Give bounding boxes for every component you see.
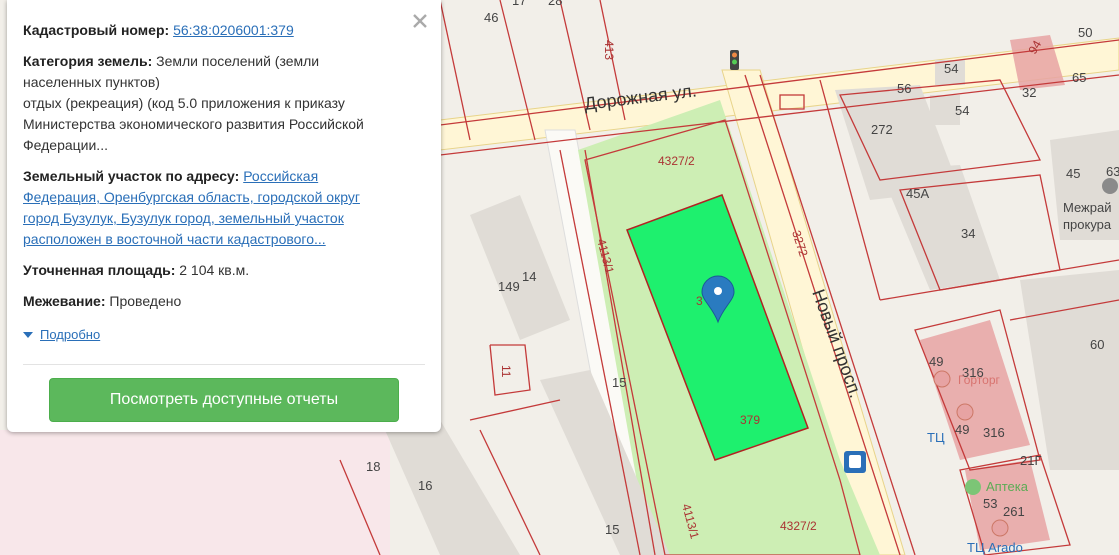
land-category-value: населенных пунктов) bbox=[23, 74, 160, 90]
house-number: 56 bbox=[897, 81, 911, 96]
house-number: 15 bbox=[605, 522, 619, 537]
house-number: 53 bbox=[983, 496, 997, 511]
house-number: 65 bbox=[1072, 70, 1086, 85]
area-row: Уточненная площадь: 2 104 кв.м. bbox=[23, 260, 425, 281]
house-number: 32 bbox=[1022, 85, 1036, 100]
address-link[interactable]: расположен в восточной части кадастровог… bbox=[23, 231, 326, 247]
details-toggle-label: Подробно bbox=[40, 327, 101, 342]
parcel-info-panel: Кадастровый номер: 56:38:0206001:379 Кат… bbox=[7, 0, 441, 432]
cadastral-label: 413 bbox=[602, 40, 616, 60]
house-number: 45А bbox=[906, 186, 929, 201]
mall-poi-icon[interactable] bbox=[991, 519, 1009, 537]
divider bbox=[23, 364, 425, 365]
land-category-value: Министерства экономического развития Рос… bbox=[23, 116, 364, 132]
house-number: 21Г bbox=[1020, 453, 1042, 468]
cadastral-label: 4327/2 bbox=[658, 154, 695, 168]
house-number: 18 bbox=[366, 459, 380, 474]
house-number: 49 bbox=[929, 354, 943, 369]
details-toggle[interactable]: Подробно bbox=[23, 324, 425, 345]
address-link[interactable]: Российская bbox=[243, 168, 318, 184]
house-number: 17 bbox=[512, 0, 526, 8]
house-number: 149 bbox=[498, 279, 520, 294]
land-category-value: Земли поселений (земли bbox=[156, 53, 320, 69]
cadastral-label: 11 bbox=[499, 365, 513, 378]
house-number: 28 bbox=[548, 0, 562, 8]
address-row: Земельный участок по адресу: Российская … bbox=[23, 166, 425, 250]
address-link[interactable]: Федерация, Оренбургская область, городск… bbox=[23, 189, 360, 205]
house-number: 15 bbox=[612, 375, 626, 390]
cadastral-label: 379 bbox=[740, 413, 760, 427]
area-label: Уточненная площадь: bbox=[23, 262, 176, 278]
close-icon[interactable] bbox=[409, 10, 431, 32]
poi-label-tc: ТЦ bbox=[927, 430, 945, 445]
mall-poi-icon[interactable] bbox=[956, 403, 974, 421]
house-number: 60 bbox=[1090, 337, 1104, 352]
house-number: 34 bbox=[961, 226, 975, 241]
land-category-label: Категория земель: bbox=[23, 53, 153, 69]
house-number: 16 bbox=[418, 478, 432, 493]
land-category-row: Категория земель: Земли поселений (земли… bbox=[23, 51, 425, 156]
office-poi-icon[interactable] bbox=[1102, 178, 1118, 194]
house-number: 316 bbox=[983, 425, 1005, 440]
house-number: 272 bbox=[871, 122, 893, 137]
house-number: 49 bbox=[955, 422, 969, 437]
house-number: 46 bbox=[484, 10, 498, 25]
house-number: 54 bbox=[955, 103, 969, 118]
cadastral-number-link[interactable]: 56:38:0206001:379 bbox=[173, 22, 294, 38]
poi-label-pharmacy: Аптека bbox=[986, 479, 1029, 494]
area-value: 2 104 кв.м. bbox=[179, 262, 250, 278]
address-link[interactable]: город Бузулук, Бузулук город, земельный … bbox=[23, 210, 344, 226]
poi-label-shop: Горторг bbox=[958, 373, 1000, 387]
cadastral-number-label: Кадастровый номер: bbox=[23, 22, 170, 38]
land-category-value: отдых (рекреация) (код 5.0 приложения к … bbox=[23, 95, 345, 111]
survey-row: Межевание: Проведено bbox=[23, 291, 425, 312]
cadastral-label: 4327/2 bbox=[780, 519, 817, 533]
poi-label-office: прокура bbox=[1063, 217, 1112, 232]
view-reports-button[interactable]: Посмотреть доступные отчеты bbox=[49, 378, 399, 422]
pharmacy-poi-icon[interactable] bbox=[965, 479, 981, 495]
house-number: 63 bbox=[1106, 164, 1119, 179]
chevron-down-icon bbox=[23, 331, 33, 338]
land-category-value: Федерации... bbox=[23, 137, 108, 153]
poi-label-office: Межрай bbox=[1063, 200, 1111, 215]
residential-zone bbox=[0, 430, 390, 555]
poi-label-tc2: ТЦ Arado bbox=[967, 540, 1023, 555]
cadastral-number-row: Кадастровый номер: 56:38:0206001:379 bbox=[23, 20, 425, 41]
house-number: 45 bbox=[1066, 166, 1080, 181]
shop-poi-icon[interactable] bbox=[933, 370, 951, 388]
house-number: 14 bbox=[522, 269, 536, 284]
address-label: Земельный участок по адресу: bbox=[23, 168, 240, 184]
house-number: 54 bbox=[944, 61, 958, 76]
house-number: 261 bbox=[1003, 504, 1025, 519]
survey-label: Межевание: bbox=[23, 293, 106, 309]
survey-value: Проведено bbox=[109, 293, 182, 309]
house-number: 50 bbox=[1078, 25, 1092, 40]
cadastral-label: 3 bbox=[696, 294, 703, 308]
bus-stop-icon-inner bbox=[849, 455, 861, 468]
